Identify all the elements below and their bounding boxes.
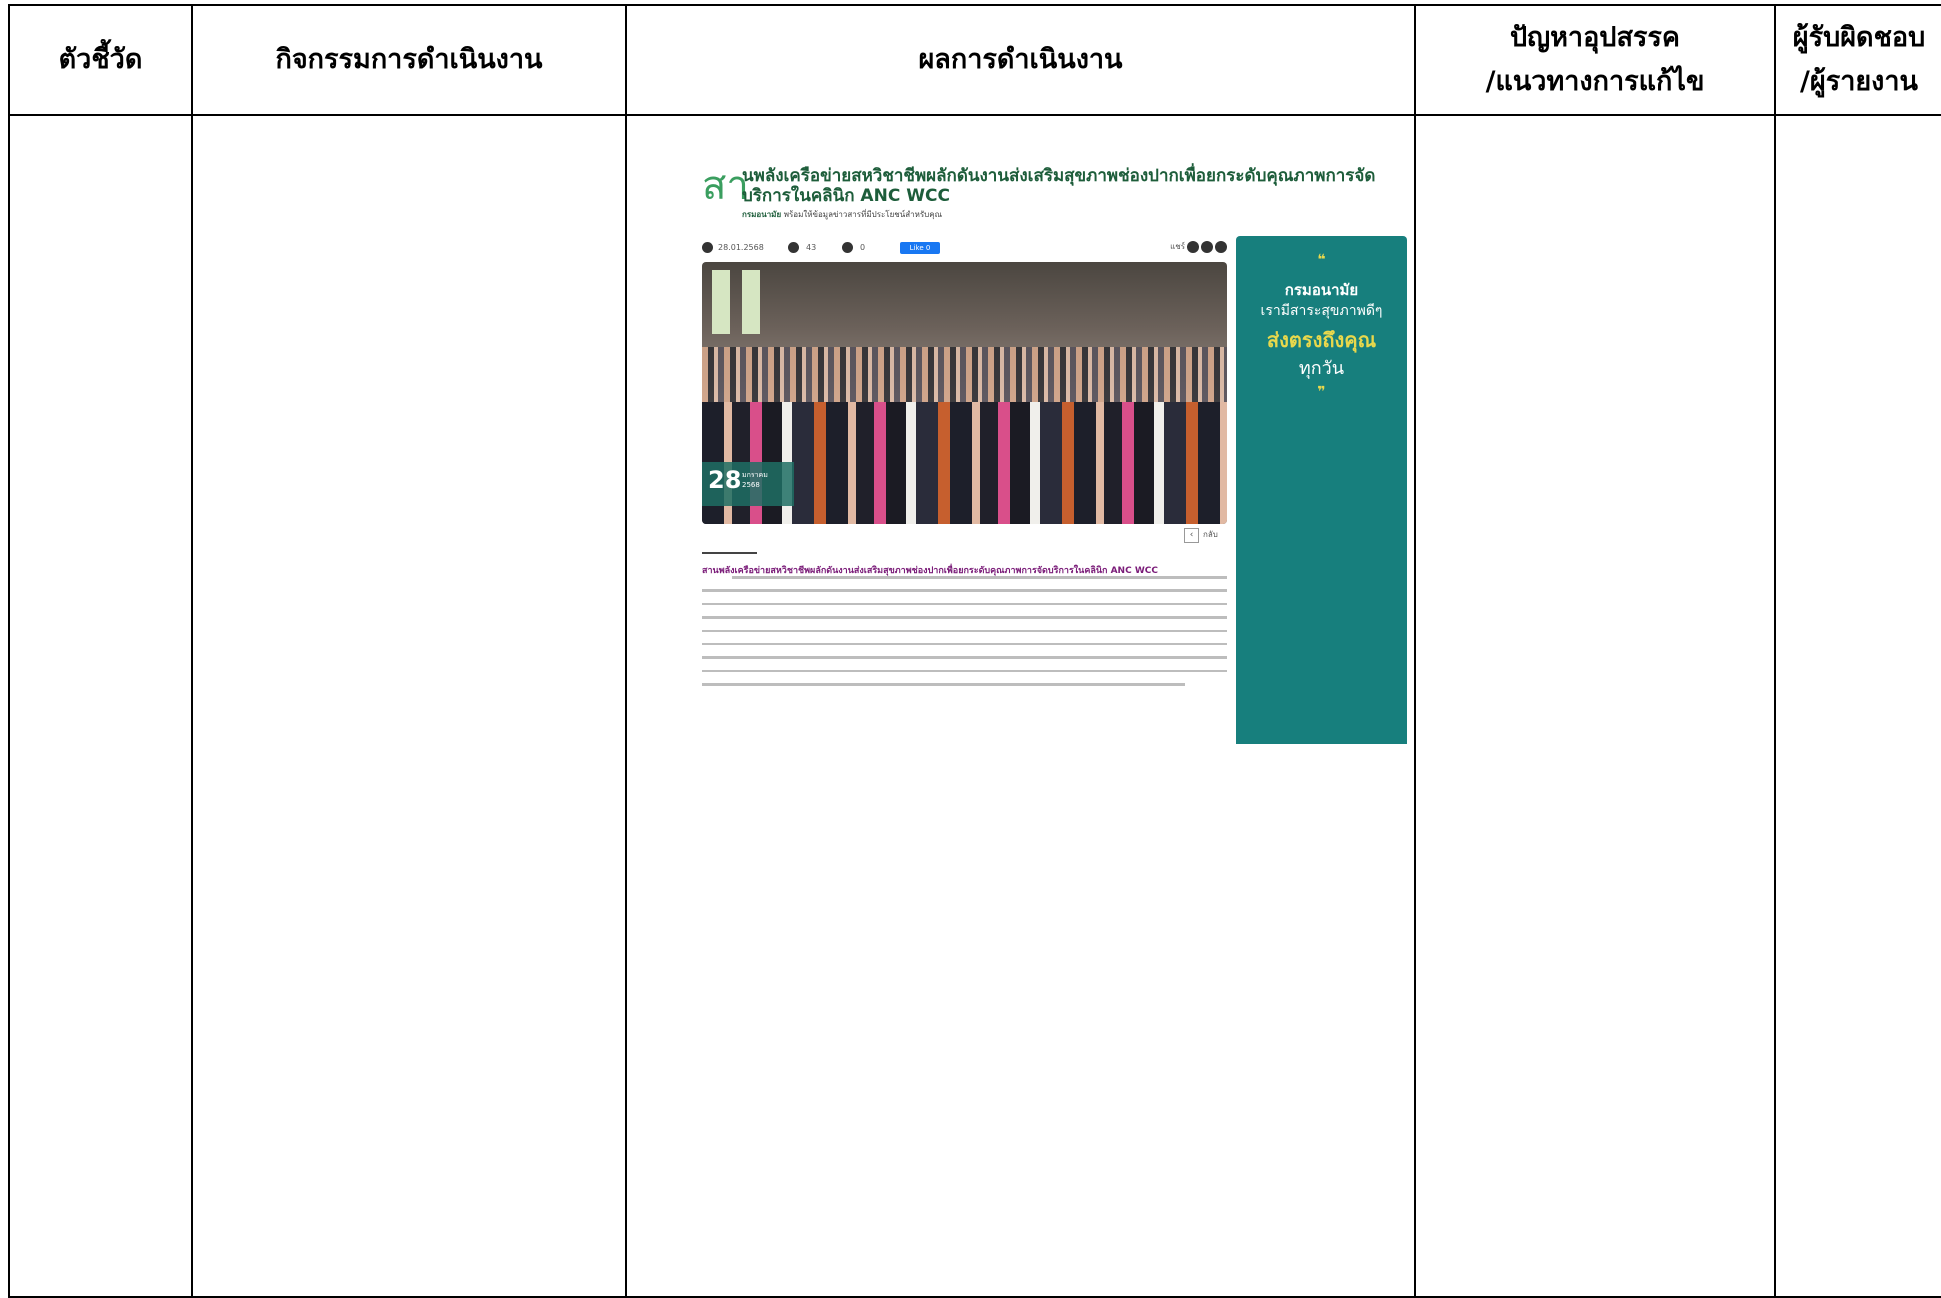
divider: [702, 552, 757, 554]
news-photo: 28 มกราคม 2568: [702, 262, 1227, 524]
facebook-icon[interactable]: [1187, 240, 1199, 253]
cell-responsible: [1774, 114, 1941, 1298]
header-responsible: ผู้รับผิดชอบ/ผู้รายงาน: [1774, 4, 1941, 116]
close-quote-icon: ❞: [1317, 384, 1326, 400]
clock-icon: [702, 242, 713, 253]
table-row: สา นพลังเครือข่ายสหวิชาชีพผลักดันงานส่งเ…: [8, 114, 1941, 1298]
eye-icon: [788, 242, 799, 253]
news-header: สา นพลังเครือข่ายสหวิชาชีพผลักดันงานส่งเ…: [702, 164, 1407, 224]
news-title-line2: บริการในคลินิก ANC WCC: [742, 186, 950, 206]
back-link[interactable]: ‹ กลับ: [1184, 528, 1218, 543]
facebook-like-button[interactable]: Like 0: [900, 242, 940, 254]
share-icon: [842, 242, 853, 253]
cell-indicator: [8, 114, 193, 1298]
sidebar-banner: ❝ กรมอนามัย เรามีสาระสุขภาพดีๆ ส่งตรงถึง…: [1236, 236, 1407, 744]
header-problems: ปัญหาอุปสรรค/แนวทางการแก้ไข: [1414, 4, 1776, 116]
news-meta-bar: 28.01.2568 43 0 Like 0 แชร์: [702, 240, 1227, 256]
x-icon[interactable]: [1201, 240, 1213, 253]
copy-link-icon[interactable]: [1215, 240, 1227, 253]
window: [712, 270, 730, 334]
news-screenshot: สา นพลังเครือข่ายสหวิชาชีพผลักดันงานส่งเ…: [702, 154, 1407, 744]
news-shares: 0: [860, 243, 866, 252]
news-title-line1: นพลังเครือข่ายสหวิชาชีพผลักดันงานส่งเสริ…: [742, 166, 1376, 186]
chevron-left-icon: ‹: [1184, 528, 1199, 543]
article-title: สานพลังเครือข่ายสหวิชาชีพผลักดันงานส่งเส…: [702, 566, 1158, 576]
sidebar-org: กรมอนามัย: [1284, 281, 1359, 299]
cell-activities: [191, 114, 627, 1298]
header-indicator: ตัวชี้วัด: [8, 4, 193, 116]
news-views: 43: [806, 243, 817, 252]
sidebar-line3: ส่งตรงถึงคุณ: [1266, 328, 1377, 352]
report-table: ตัวชี้วัด กิจกรรมการดำเนินงาน ผลการดำเนิ…: [8, 4, 1941, 1298]
sidebar-line4: ทุกวัน: [1298, 358, 1345, 379]
news-subtitle: กรมอนามัย พร้อมให้ข้อมูลข่าวสารที่มีประโ…: [742, 210, 942, 219]
sidebar-line2: เรามีสาระสุขภาพดีๆ: [1260, 303, 1383, 319]
header-results: ผลการดำเนินงาน: [625, 4, 1416, 116]
window: [742, 270, 760, 334]
header-activities: กิจกรรมการดำเนินงาน: [191, 4, 627, 116]
open-quote-icon: ❝: [1317, 252, 1326, 268]
article-body: [702, 576, 1227, 688]
photo-crowd: [702, 347, 1227, 407]
header-row: ตัวชี้วัด กิจกรรมการดำเนินงาน ผลการดำเนิ…: [8, 4, 1941, 116]
cell-results: สา นพลังเครือข่ายสหวิชาชีพผลักดันงานส่งเ…: [625, 114, 1416, 1298]
share-buttons: แชร์: [1170, 240, 1227, 253]
date-badge: 28 มกราคม 2568: [702, 462, 794, 506]
news-date: 28.01.2568: [718, 243, 764, 252]
cell-problems: [1414, 114, 1776, 1298]
